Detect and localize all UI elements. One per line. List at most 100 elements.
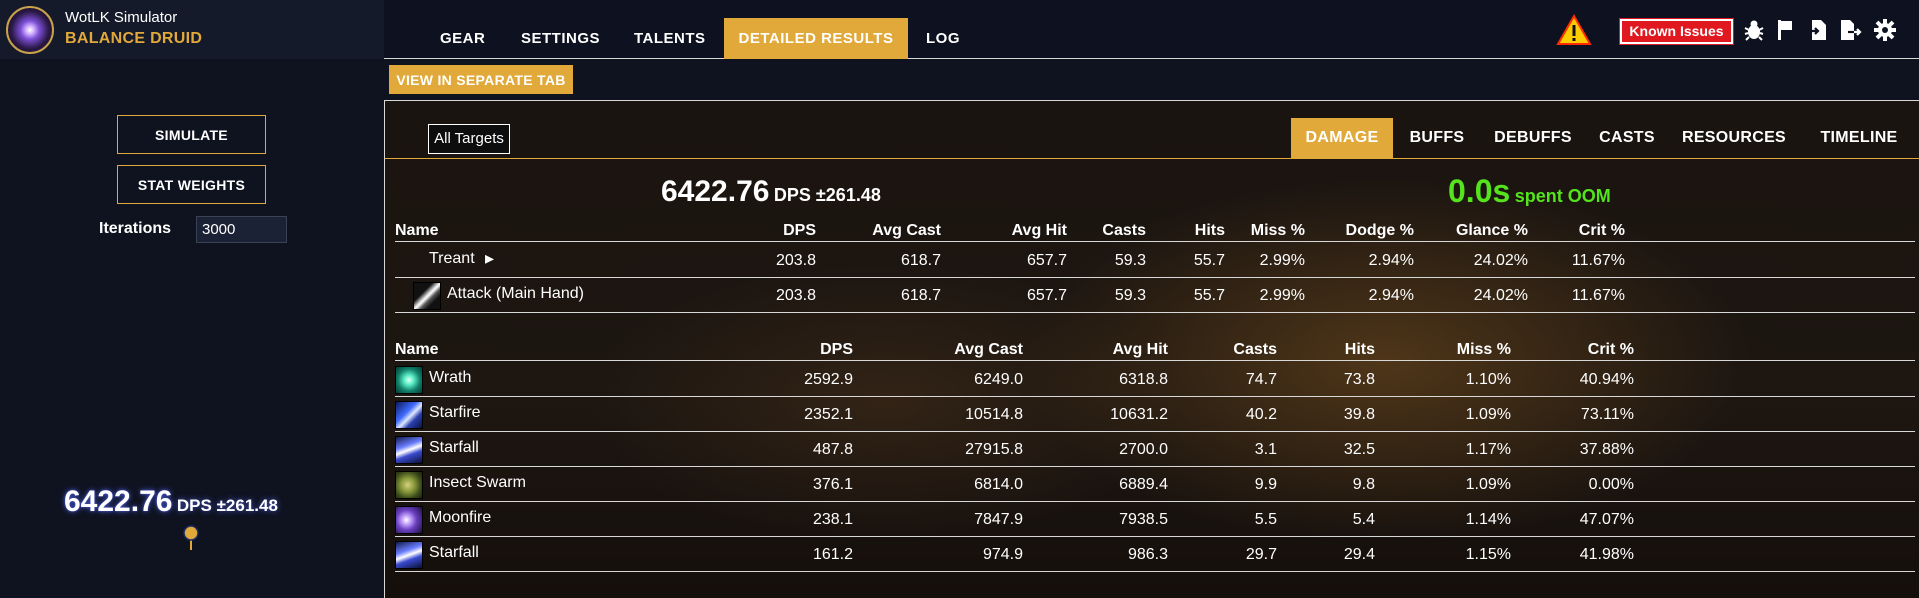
target-filter-select[interactable]: All Targets	[428, 124, 510, 154]
row-value-cell: 74.7	[1245, 371, 1277, 388]
row-value-cell: 376.1	[812, 476, 853, 493]
sidebar: SIMULATE STAT WEIGHTS Iterations 6422.76…	[0, 60, 384, 598]
row-value-cell: 3.1	[1254, 441, 1277, 458]
export-icon[interactable]	[1838, 18, 1862, 42]
app-title: WotLK Simulator	[65, 9, 178, 26]
tab-resources[interactable]: RESOURCES	[1671, 118, 1797, 158]
column-header[interactable]: Avg Hit	[1040, 341, 1168, 359]
tab-settings[interactable]: SETTINGS	[507, 18, 614, 59]
tab-talents[interactable]: TALENTS	[620, 18, 720, 59]
column-header[interactable]: Hits	[1295, 341, 1375, 359]
column-header[interactable]: Casts	[1181, 341, 1277, 359]
sword-icon	[413, 282, 441, 310]
column-header[interactable]: DPS	[700, 341, 853, 359]
row-name: Starfire	[429, 404, 481, 421]
row-name: Starfall	[429, 439, 479, 456]
row-name: Moonfire	[429, 509, 492, 526]
moonfire-icon	[395, 506, 423, 534]
tab-timeline[interactable]: TIMELINE	[1803, 118, 1915, 158]
row-value-cell: 37.88%	[1579, 441, 1634, 458]
column-header[interactable]: Name	[395, 222, 625, 240]
column-header[interactable]: Casts	[1077, 222, 1146, 240]
column-header[interactable]: Avg Hit	[960, 222, 1067, 240]
column-header[interactable]: Crit %	[1516, 222, 1625, 240]
row-value-cell: 55.7	[1193, 252, 1225, 269]
table-row[interactable]: Starfall 487.8 27915.8 2700.0 3.1 32.5 1.17% 37…	[395, 432, 1915, 467]
tab-casts[interactable]: CASTS	[1589, 118, 1665, 158]
row-value-cell: 29.7	[1245, 546, 1277, 563]
row-value-cell: 161.2	[812, 546, 853, 563]
sidebar-dps-value: 6422.76	[64, 485, 173, 518]
table-row[interactable]: Attack (Main Hand) 203.8 618.7 657.7 59.3 55.…	[395, 278, 1915, 313]
row-value-cell: 986.3	[1127, 546, 1168, 563]
tab-gear[interactable]: GEAR	[426, 18, 499, 59]
row-name-cell: Starfire	[395, 397, 655, 431]
known-issues-link[interactable]: Known Issues	[1620, 19, 1733, 44]
starfall-icon	[395, 541, 423, 569]
column-header[interactable]: Miss %	[1242, 222, 1305, 240]
column-header[interactable]: DPS	[700, 222, 816, 240]
row-value-cell: 32.5	[1343, 441, 1375, 458]
tab-damage[interactable]: DAMAGE	[1291, 118, 1393, 158]
flag-icon[interactable]	[1774, 18, 1798, 42]
row-value-cell: 6249.0	[974, 371, 1023, 388]
insect-swarm-icon	[395, 471, 423, 499]
row-name: Insect Swarm	[429, 474, 526, 491]
gear-icon[interactable]	[1873, 18, 1897, 42]
column-header[interactable]: Hits	[1156, 222, 1225, 240]
column-header[interactable]: Avg Cast	[830, 222, 941, 240]
table-row[interactable]: Treant ▸ 203.8 618.7 657.7 59.3 55.7 2.99% 2.94%…	[395, 243, 1915, 278]
bug-icon[interactable]	[1742, 18, 1766, 42]
row-value-cell: 2.94%	[1368, 252, 1414, 269]
expand-caret-icon[interactable]: ▸	[485, 248, 494, 269]
table-row[interactable]: Starfire 2352.1 10514.8 10631.2 40.2 39.8 1.09…	[395, 397, 1915, 432]
column-header[interactable]: Avg Cast	[870, 341, 1023, 359]
column-header[interactable]: Glance %	[1419, 222, 1528, 240]
row-value-cell: 40.94%	[1579, 371, 1634, 388]
row-value-cell: 40.2	[1245, 406, 1277, 423]
tab-log[interactable]: LOG	[912, 18, 974, 59]
table-row[interactable]: Insect Swarm 376.1 6814.0 6889.4 9.9 9.8 1.09%…	[395, 467, 1915, 502]
row-value-cell: 27915.8	[965, 441, 1023, 458]
tab-debuffs[interactable]: DEBUFFS	[1483, 118, 1583, 158]
table-row[interactable]: Wrath 2592.9 6249.0 6318.8 74.7 73.8 1.10% 40.9…	[395, 362, 1915, 397]
reference-pin-icon[interactable]	[182, 525, 200, 551]
row-value-cell: 238.1	[812, 511, 853, 528]
table-row[interactable]: Moonfire 238.1 7847.9 7938.5 5.5 5.4 1.14% 47.0…	[395, 502, 1915, 537]
column-header[interactable]: Name	[395, 341, 655, 359]
import-icon[interactable]	[1806, 18, 1830, 42]
oom-summary: 0.0s spent OOM	[1448, 173, 1611, 210]
row-value-cell: 657.7	[1026, 287, 1067, 304]
row-value-cell: 9.8	[1352, 476, 1375, 493]
row-name-cell: Insect Swarm	[395, 467, 655, 501]
row-value-cell: 73.8	[1343, 371, 1375, 388]
column-header[interactable]: Dodge %	[1325, 222, 1414, 240]
row-name-cell: Wrath	[395, 362, 655, 396]
row-value-cell: 203.8	[775, 252, 816, 269]
results-panel: All Targets DAMAGE BUFFS DEBUFFS CASTS R…	[384, 100, 1919, 598]
row-name-cell: Treant ▸	[395, 243, 625, 277]
row-name: Wrath	[429, 369, 472, 386]
row-value-cell: 618.7	[900, 252, 941, 269]
table-row[interactable]: Starfall 161.2 974.9 986.3 29.7 29.4 1.15% 41.9…	[395, 537, 1915, 572]
row-name-cell: Starfall	[395, 432, 655, 466]
row-value-cell: 6889.4	[1119, 476, 1168, 493]
row-value-cell: 7938.5	[1119, 511, 1168, 528]
iterations-label: Iterations	[99, 220, 172, 237]
tab-buffs[interactable]: BUFFS	[1397, 118, 1477, 158]
view-in-separate-tab-button[interactable]: VIEW IN SEPARATE TAB	[389, 65, 573, 94]
row-value-cell: 2.94%	[1368, 287, 1414, 304]
row-value-cell: 59.3	[1114, 287, 1146, 304]
iterations-input[interactable]	[196, 216, 287, 243]
simulate-button[interactable]: SIMULATE	[117, 115, 266, 154]
row-value-cell: 10631.2	[1110, 406, 1168, 423]
row-value-cell: 11.67%	[1571, 287, 1625, 304]
row-value-cell: 59.3	[1114, 252, 1146, 269]
tab-detailed-results[interactable]: DETAILED RESULTS	[724, 18, 908, 59]
starfire-icon	[395, 401, 423, 429]
top-bar: WotLK Simulator BALANCE DRUID GEAR SETTI…	[0, 0, 1919, 59]
warning-icon[interactable]	[1556, 14, 1592, 46]
stat-weights-button[interactable]: STAT WEIGHTS	[117, 165, 266, 204]
wrath-icon	[395, 366, 423, 394]
column-header[interactable]: Crit %	[1486, 341, 1634, 359]
